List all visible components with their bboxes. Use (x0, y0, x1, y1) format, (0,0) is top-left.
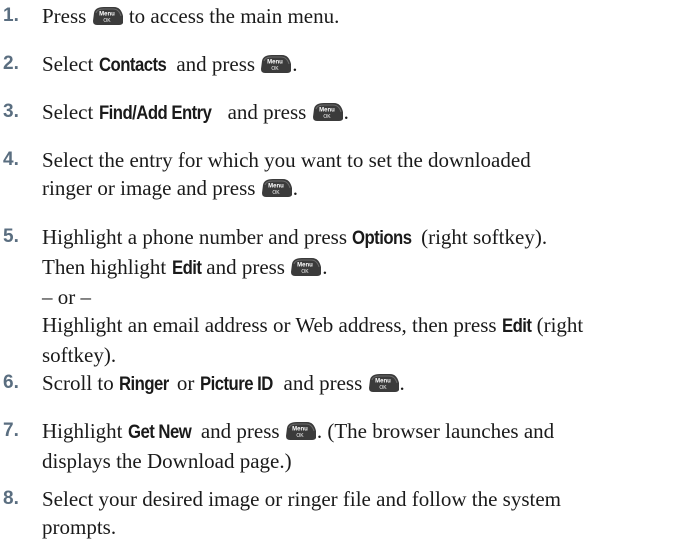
text: Highlight (42, 419, 128, 443)
text-line: softkey). (42, 343, 117, 367)
text: Scroll to (42, 371, 119, 395)
menu-ok-key-icon (261, 178, 293, 198)
keyword-edit: Edit (501, 316, 532, 337)
text-line: Then highlight Edit and press . (42, 253, 685, 283)
text-line: Highlight Get New and press . (The brows… (42, 417, 685, 447)
text: Then highlight (42, 255, 172, 279)
step-text: Scroll to Ringer or Picture ID and press… (42, 369, 685, 399)
menu-ok-key-icon (312, 102, 344, 122)
text: Select (42, 100, 99, 124)
step-number: 8. (3, 488, 19, 509)
keyword-find-add-entry: Find/Add Entry (98, 103, 212, 124)
keyword-ringer: Ringer (119, 374, 169, 395)
text: and press (278, 371, 368, 395)
step-number: 3. (3, 101, 19, 122)
text-line: ringer or image and press . (42, 174, 685, 202)
text: Select (42, 52, 99, 76)
text: . (The browser launches and (316, 419, 555, 443)
text: Highlight a phone number and press (42, 225, 353, 249)
menu-ok-key-icon (290, 257, 322, 277)
step-text: Press to access the main menu. (42, 2, 685, 30)
text-line: Highlight a phone number and press Optio… (42, 223, 685, 253)
step-number: 1. (3, 5, 19, 26)
or-separator: – or – (42, 285, 91, 309)
menu-ok-key-icon (285, 421, 317, 441)
step-number: 2. (3, 53, 19, 74)
text: to access the main menu. (123, 4, 340, 28)
text-line: displays the Download page.) (42, 449, 292, 473)
text: . (292, 52, 298, 76)
step-number: 7. (3, 420, 19, 441)
text-line: Select the entry for which you want to s… (42, 148, 531, 172)
text: . (343, 100, 349, 124)
text-line: Select your desired image or ringer file… (42, 487, 562, 511)
text: . (399, 371, 405, 395)
text: Highlight an email address or Web addres… (42, 313, 502, 337)
menu-ok-key-icon (368, 373, 400, 393)
step-text: Select your desired image or ringer file… (42, 485, 685, 541)
keyword-picture-id: Picture ID (199, 374, 273, 395)
text: . (292, 176, 298, 200)
text: Press (42, 4, 92, 28)
step-text: Select the entry for which you want to s… (42, 146, 685, 202)
keyword-get-new: Get New (127, 422, 192, 443)
keyword-options: Options (352, 228, 412, 249)
step-text: Select Contacts and press . (42, 50, 685, 80)
text-line: Highlight an email address or Web addres… (42, 311, 685, 341)
text: and press (201, 255, 291, 279)
step-text: Highlight Get New and press . (The brows… (42, 417, 685, 475)
text: . (322, 255, 328, 279)
keyword-edit: Edit (171, 258, 202, 279)
step-number: 6. (3, 372, 19, 393)
keyword-contacts: Contacts (98, 55, 167, 76)
step-text: Highlight a phone number and press Optio… (42, 223, 685, 369)
step-number: 5. (3, 226, 19, 247)
menu-ok-key-icon (260, 54, 292, 74)
text: and press (171, 52, 261, 76)
step-text: Select Find/Add Entry and press . (42, 98, 685, 128)
text: ringer or image and press (42, 176, 261, 200)
text: (right (531, 313, 584, 337)
step-number: 4. (3, 149, 19, 170)
text: (right softkey). (415, 225, 548, 249)
text: and press (195, 419, 285, 443)
menu-ok-key-icon (92, 6, 124, 26)
text: and press (222, 100, 312, 124)
text: or (171, 371, 200, 395)
text-line: prompts. (42, 515, 117, 539)
